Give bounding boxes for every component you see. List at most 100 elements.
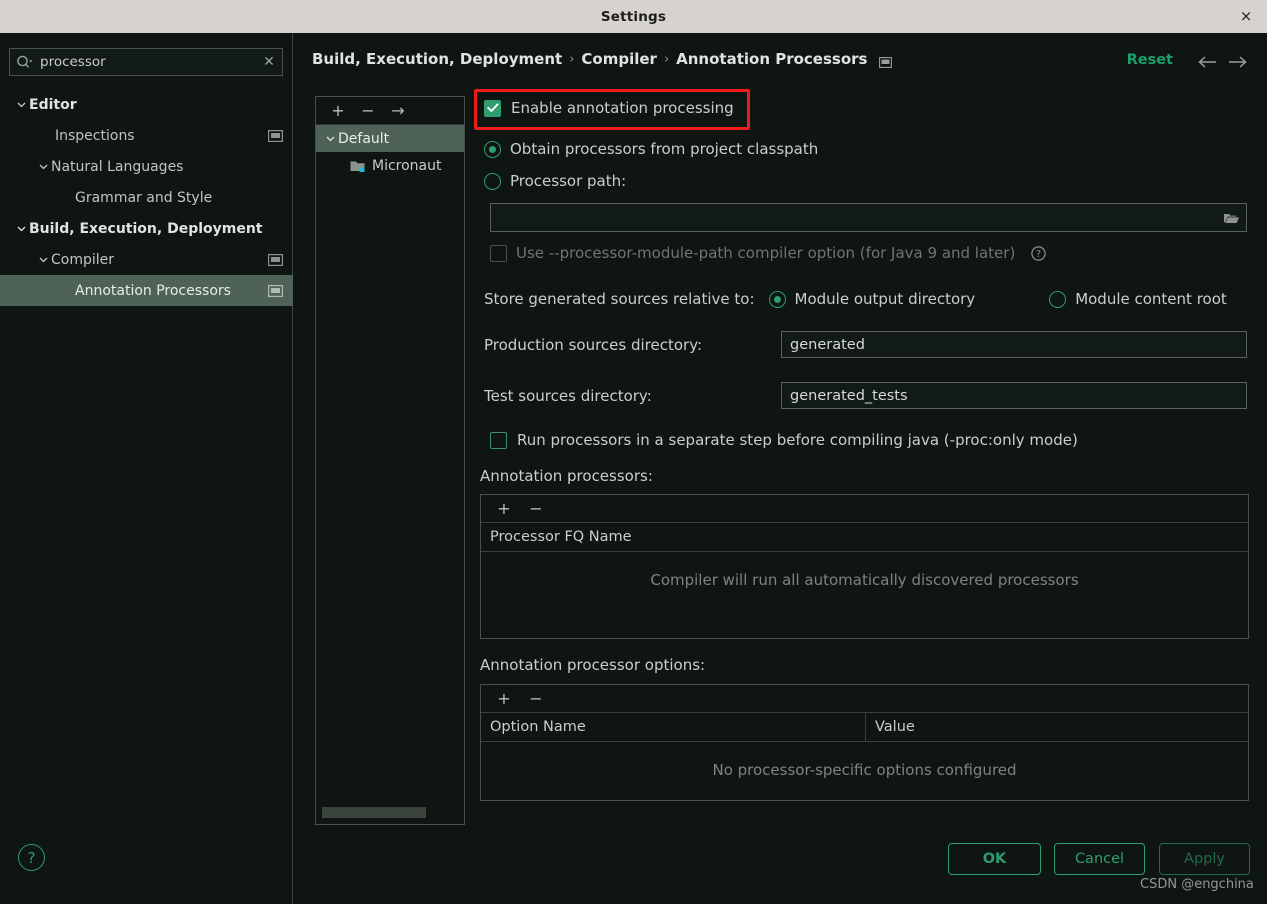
add-processor-icon[interactable]: + bbox=[492, 498, 516, 520]
add-module-icon[interactable]: + bbox=[326, 100, 350, 122]
chevron-down-icon bbox=[36, 159, 51, 174]
close-icon[interactable]: × bbox=[1235, 6, 1257, 28]
options-table-toolbar: + − bbox=[481, 685, 1248, 713]
test-sources-label: Test sources directory: bbox=[484, 386, 652, 405]
project-scope-icon bbox=[268, 253, 284, 266]
processor-module-path-checkbox[interactable]: Use --processor-module-path compiler opt… bbox=[490, 244, 1046, 262]
store-generated-sources-label: Store generated sources relative to: bbox=[484, 290, 755, 308]
project-scope-icon bbox=[268, 129, 284, 142]
radio-selected-icon bbox=[484, 140, 501, 158]
breadcrumb-separator: › bbox=[569, 51, 575, 67]
breadcrumb-item-1[interactable]: Compiler bbox=[581, 50, 657, 68]
module-folder-icon bbox=[350, 159, 366, 173]
sidebar-item-label: Inspections bbox=[55, 127, 135, 144]
production-sources-label: Production sources directory: bbox=[484, 335, 703, 354]
sidebar-item-inspections[interactable]: Inspections bbox=[0, 120, 293, 151]
sidebar-item-label: Grammar and Style bbox=[75, 189, 213, 206]
module-content-root-radio[interactable]: Module content root bbox=[1049, 290, 1241, 308]
sidebar-item-compiler[interactable]: Compiler bbox=[0, 244, 293, 275]
checkbox-icon bbox=[484, 99, 501, 117]
arrow-left-icon[interactable] bbox=[1195, 50, 1219, 74]
options-table-empty-text: No processor-specific options configured bbox=[712, 761, 1017, 779]
separate-step-label: Run processors in a separate step before… bbox=[517, 431, 1078, 449]
settings-sidebar: ✕ Editor Inspections N bbox=[0, 33, 293, 904]
options-table-header: Option Name Value bbox=[481, 713, 1248, 742]
search-field[interactable]: ✕ bbox=[9, 48, 283, 76]
sidebar-item-label: Build, Execution, Deployment bbox=[29, 220, 263, 237]
sidebar-item-grammar-and-style[interactable]: Grammar and Style bbox=[0, 182, 293, 213]
processor-path-radio[interactable]: Processor path: bbox=[484, 172, 626, 190]
help-circle-icon[interactable]: ? bbox=[1031, 245, 1046, 261]
help-button[interactable]: ? bbox=[18, 844, 45, 871]
settings-tree: Editor Inspections Natural Languages Gra… bbox=[0, 89, 293, 306]
remove-module-icon[interactable]: − bbox=[356, 100, 380, 122]
processors-table-toolbar: + − bbox=[481, 495, 1248, 523]
production-sources-input[interactable] bbox=[781, 331, 1247, 358]
sidebar-item-label: Natural Languages bbox=[51, 158, 184, 175]
radio-unselected-icon bbox=[484, 172, 501, 190]
project-scope-icon bbox=[268, 284, 284, 297]
processors-table-body: Compiler will run all automatically disc… bbox=[481, 552, 1248, 637]
sidebar-item-natural-languages[interactable]: Natural Languages bbox=[0, 151, 293, 182]
production-sources-row: Production sources directory: bbox=[484, 331, 1247, 358]
add-option-icon[interactable]: + bbox=[492, 688, 516, 710]
module-panel-scrollbar[interactable] bbox=[322, 807, 426, 818]
options-table-body: No processor-specific options configured bbox=[481, 742, 1248, 799]
sidebar-item-label: Annotation Processors bbox=[75, 282, 231, 299]
sidebar-item-label: Editor bbox=[29, 96, 77, 113]
obtain-from-classpath-radio[interactable]: Obtain processors from project classpath bbox=[484, 140, 818, 158]
svg-text:?: ? bbox=[1036, 249, 1041, 260]
annotation-processors-title: Annotation processors: bbox=[480, 467, 653, 485]
module-row-label: Default bbox=[338, 130, 390, 147]
processor-path-label: Processor path: bbox=[510, 172, 627, 190]
module-row-micronaut[interactable]: Micronaut bbox=[316, 152, 464, 179]
module-output-directory-radio[interactable]: Module output directory bbox=[768, 290, 990, 308]
remove-option-icon[interactable]: − bbox=[524, 688, 548, 710]
remove-processor-icon[interactable]: − bbox=[524, 498, 548, 520]
breadcrumb-item-0[interactable]: Build, Execution, Deployment bbox=[312, 50, 562, 68]
module-row-label: Micronaut bbox=[372, 157, 442, 174]
annotation-processors-table: + − Processor FQ Name Compiler will run … bbox=[480, 494, 1249, 639]
sidebar-item-annotation-processors[interactable]: Annotation Processors bbox=[0, 275, 293, 306]
obtain-from-classpath-label: Obtain processors from project classpath bbox=[510, 140, 819, 158]
search-input[interactable] bbox=[38, 54, 256, 70]
processor-path-input[interactable] bbox=[491, 209, 1216, 226]
ok-button[interactable]: OK bbox=[948, 843, 1041, 875]
reset-button[interactable]: Reset bbox=[1127, 52, 1173, 68]
breadcrumb-item-2: Annotation Processors bbox=[676, 50, 868, 68]
breadcrumb-separator: › bbox=[663, 51, 670, 67]
separate-step-checkbox[interactable]: Run processors in a separate step before… bbox=[490, 431, 1078, 449]
processors-table-empty-text: Compiler will run all automatically disc… bbox=[650, 571, 1079, 589]
column-header-processor-fq-name[interactable]: Processor FQ Name bbox=[481, 523, 1248, 551]
column-header-value[interactable]: Value bbox=[866, 713, 915, 741]
processor-module-path-label: Use --processor-module-path compiler opt… bbox=[516, 244, 1016, 262]
module-toolbar: + − → bbox=[316, 97, 464, 125]
test-sources-row: Test sources directory: bbox=[484, 382, 1247, 409]
checkbox-icon bbox=[490, 431, 507, 449]
arrow-right-icon[interactable] bbox=[1225, 50, 1249, 74]
module-list-panel: + − → Default Micronaut bbox=[315, 96, 465, 825]
apply-button[interactable]: Apply bbox=[1159, 843, 1250, 875]
clear-search-icon[interactable]: ✕ bbox=[256, 54, 282, 70]
sidebar-item-editor[interactable]: Editor bbox=[0, 89, 293, 120]
processor-path-field[interactable] bbox=[490, 203, 1247, 232]
chevron-down-icon bbox=[14, 97, 29, 112]
dialog-footer: ? OK Cancel Apply bbox=[0, 830, 1267, 904]
chevron-down-icon bbox=[14, 221, 29, 236]
project-scope-icon bbox=[879, 54, 893, 68]
column-header-option-name[interactable]: Option Name bbox=[481, 713, 866, 741]
move-module-icon[interactable]: → bbox=[386, 100, 410, 122]
test-sources-input[interactable] bbox=[781, 382, 1247, 409]
radio-unselected-icon bbox=[1049, 290, 1067, 308]
search-icon bbox=[10, 55, 38, 70]
module-row-default[interactable]: Default bbox=[316, 125, 464, 152]
annotation-processor-options-title: Annotation processor options: bbox=[480, 656, 706, 674]
annotation-processor-options-table: + − Option Name Value No processor-speci… bbox=[480, 684, 1249, 801]
enable-annotation-processing-checkbox[interactable]: Enable annotation processing bbox=[484, 99, 734, 117]
store-generated-sources-row: Store generated sources relative to: Mod… bbox=[484, 290, 1241, 308]
module-content-root-label: Module content root bbox=[1075, 290, 1227, 308]
sidebar-item-build-execution-deployment[interactable]: Build, Execution, Deployment bbox=[0, 213, 293, 244]
checkbox-icon bbox=[490, 244, 507, 262]
cancel-button[interactable]: Cancel bbox=[1054, 843, 1145, 875]
folder-open-icon[interactable] bbox=[1216, 211, 1246, 225]
